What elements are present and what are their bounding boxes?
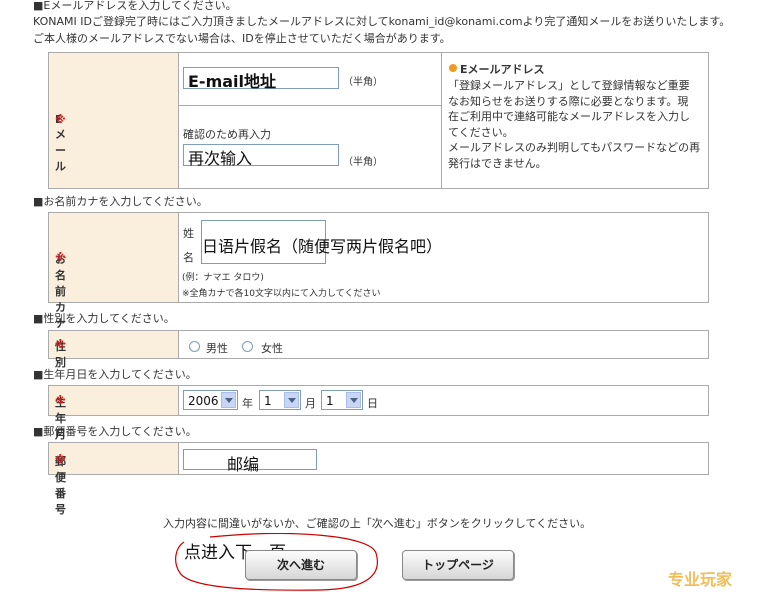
female-radio[interactable] bbox=[242, 341, 253, 352]
postal-input-text: 邮编 bbox=[227, 455, 260, 474]
info-line: てください。 bbox=[448, 125, 514, 139]
completion-notice: KONAMI IDご登録完了時にはご入力頂きましたメールアドレスに対してkona… bbox=[33, 15, 731, 28]
birth-day-select[interactable]: 1 bbox=[321, 390, 363, 410]
email-form-row: Eメール ※ E-mail地址 （半角） 確認のため再入力 再次输入 （半角） … bbox=[48, 52, 709, 189]
chevron-down-icon bbox=[346, 392, 361, 408]
info-line: なお知らせをお送りする際に必要となります。現 bbox=[448, 94, 689, 108]
gender-required-mark: ※ bbox=[55, 338, 66, 351]
email-confirm-halfwidth-note: （半角） bbox=[343, 157, 383, 168]
month-unit: 月 bbox=[305, 397, 316, 410]
chevron-down-icon bbox=[284, 392, 299, 408]
postal-section-heading: ■郵便番号を入力してください。 bbox=[33, 425, 197, 438]
email-label-cell: Eメール ※ bbox=[49, 53, 179, 188]
confirm-instruction: 入力内容に間違いがないか、ご確認の上「次へ進む」ボタンをクリックしてください。 bbox=[163, 517, 592, 530]
male-radio[interactable] bbox=[189, 341, 200, 352]
info-line: 「登録メールアドレス」として登録情報など重要 bbox=[448, 79, 690, 92]
email-info-panel: Eメールアドレス 「登録メールアドレス」として登録情報など重要 なお知らせをお送… bbox=[441, 53, 710, 188]
kana-form-row: お名前カナ ※ 姓 名 日语片假名（随便写两片假名吧） (例：ナマエ タロウ) ※… bbox=[48, 212, 709, 330]
postal-label-cell: 郵便番号 ※ bbox=[49, 443, 179, 516]
kana-example: (例：ナマエ タロウ) bbox=[182, 273, 264, 283]
gender-section-heading: ■性別を入力してください。 bbox=[33, 312, 175, 325]
watermark: 专业玩家 bbox=[668, 570, 733, 589]
birth-month-value: 1 bbox=[264, 394, 272, 408]
email-input-cell: E-mail地址 （半角） bbox=[179, 53, 441, 106]
email-confirm-cell: 確認のため再入力 再次输入 （半角） bbox=[179, 106, 441, 190]
postal-required-mark: ※ bbox=[55, 453, 66, 466]
email-required-mark: ※ bbox=[55, 113, 66, 126]
birth-label-cell: 生年月日※ bbox=[49, 386, 179, 457]
birth-year-value: 2006 bbox=[188, 394, 219, 408]
birth-form-row: 生年月日※ 2006 年 1 月 1 日 bbox=[48, 385, 709, 457]
gender-label-cell: 性別 ※ bbox=[49, 331, 179, 369]
birth-section-heading: ■生年月日を入力してください。 bbox=[33, 368, 197, 381]
surname-label: 姓 bbox=[183, 227, 194, 240]
email-info-text: 「登録メールアドレス」として登録情報など重要 なお知らせをお送りする際に必要とな… bbox=[448, 78, 700, 172]
kana-rule-note: ※全角カナで各10文字以内にて入力してください bbox=[182, 289, 381, 299]
kana-input-text: 日语片假名（随便写两片假名吧） bbox=[202, 237, 443, 256]
email-input[interactable]: E-mail地址 bbox=[183, 67, 339, 91]
postal-form-row: 郵便番号 ※ 邮编 bbox=[48, 442, 709, 516]
birth-month-select[interactable]: 1 bbox=[259, 390, 301, 410]
email-confirm-input[interactable]: 再次输入 bbox=[183, 144, 339, 168]
email-section-heading: ■Eメールアドレスを入力してください。 bbox=[33, 0, 237, 12]
info-line: メールアドレスのみ判明してもパスワードなどの再 bbox=[448, 141, 701, 155]
given-name-label: 名 bbox=[183, 251, 194, 264]
info-line: 在ご利用中で連絡可能なメールアドレスを入力し bbox=[448, 110, 690, 124]
info-line: 発行はできません。 bbox=[448, 156, 547, 170]
male-label: 男性 bbox=[206, 342, 228, 355]
email-halfwidth-note: （半角） bbox=[343, 77, 383, 88]
top-page-button[interactable]: トップページ bbox=[402, 550, 514, 580]
info-bullet-icon bbox=[449, 64, 457, 72]
email-confirm-label: 確認のため再入力 bbox=[183, 128, 271, 141]
identity-warning: ご本人様のメールアドレスでない場合は、IDを停止させていただく場合があります。 bbox=[33, 32, 451, 45]
birth-day-value: 1 bbox=[326, 394, 334, 408]
email-info-title: Eメールアドレス bbox=[460, 63, 545, 76]
birth-year-select[interactable]: 2006 bbox=[183, 390, 238, 410]
gender-form-row: 性別 ※ 男性 女性 bbox=[48, 330, 709, 369]
female-label: 女性 bbox=[261, 342, 283, 355]
kana-section-heading: ■お名前カナを入力してください。 bbox=[33, 195, 208, 208]
kana-label-cell: お名前カナ ※ bbox=[49, 213, 179, 330]
year-unit: 年 bbox=[242, 397, 253, 410]
chevron-down-icon bbox=[221, 392, 236, 408]
day-unit: 日 bbox=[367, 397, 378, 410]
next-button[interactable]: 次へ進む bbox=[245, 550, 357, 580]
kana-required-mark: ※ bbox=[55, 251, 66, 264]
birth-required-mark: ※ bbox=[55, 394, 66, 407]
